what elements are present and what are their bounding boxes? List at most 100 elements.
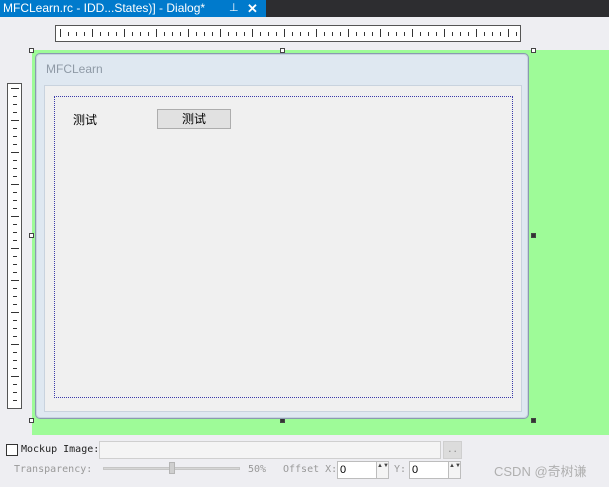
ruler-tick [13, 136, 17, 137]
ruler-tick [13, 384, 17, 385]
static-text-control[interactable]: 测试 [73, 111, 97, 128]
offset-y-label: Y: [394, 464, 407, 475]
horizontal-ruler[interactable] [55, 25, 521, 42]
ruler-tick [260, 32, 261, 36]
ruler-tick [11, 312, 19, 313]
ruler-tick [356, 32, 357, 36]
ruler-tick [13, 192, 17, 193]
ruler-tick [252, 29, 253, 37]
offset-x-label: Offset X: [283, 464, 338, 475]
vertical-ruler[interactable] [7, 83, 22, 409]
ruler-tick [388, 32, 389, 36]
ruler-tick [516, 32, 517, 36]
ruler-tick [396, 32, 397, 36]
spin-arrows-icon[interactable]: ▲▼ [376, 462, 389, 478]
ruler-tick [13, 176, 17, 177]
ruler-tick [220, 29, 221, 37]
ruler-tick [300, 32, 301, 36]
ruler-tick [380, 29, 381, 37]
ruler-tick [468, 32, 469, 36]
document-tab[interactable]: MFCLearn.rc - IDD...States)] - Dialog* ⊥… [0, 0, 266, 17]
ruler-tick [13, 200, 17, 201]
resize-handle-right[interactable] [531, 233, 536, 238]
ruler-tick [284, 29, 285, 37]
ruler-tick [60, 29, 61, 37]
transparency-slider-thumb[interactable] [168, 462, 175, 474]
ruler-tick [13, 104, 17, 105]
ruler-tick [11, 248, 19, 249]
offset-y-spinbox[interactable]: 0 ▲▼ [409, 461, 461, 479]
resize-handle-bottom-right[interactable] [531, 418, 536, 423]
ruler-tick [13, 256, 17, 257]
ruler-tick [11, 120, 19, 121]
ruler-tick [484, 32, 485, 36]
ruler-tick [100, 32, 101, 36]
ruler-tick [68, 32, 69, 36]
ruler-tick [13, 272, 17, 273]
offset-x-value: 0 [340, 464, 347, 476]
resize-handle-top-right [531, 48, 536, 53]
ruler-tick [13, 304, 17, 305]
ruler-tick [212, 32, 213, 36]
ruler-tick [13, 352, 17, 353]
pin-icon[interactable]: ⊥ [229, 0, 239, 17]
ruler-tick [13, 368, 17, 369]
ruler-tick [13, 360, 17, 361]
ruler-tick [11, 280, 19, 281]
resize-handle-left [29, 233, 34, 238]
ruler-tick [108, 32, 109, 36]
ruler-tick [348, 29, 349, 37]
ruler-tick [404, 32, 405, 36]
ruler-tick [76, 32, 77, 36]
ruler-tick [308, 32, 309, 36]
ruler-tick [452, 32, 453, 36]
browse-button[interactable]: .. [443, 441, 462, 459]
ruler-tick [13, 328, 17, 329]
ruler-tick [13, 208, 17, 209]
resize-handle-top-left [29, 48, 34, 53]
ruler-tick [13, 232, 17, 233]
ruler-tick [11, 88, 19, 89]
mockup-toolbar: Mockup Image: .. Transparency: 50% Offse… [0, 435, 609, 487]
document-tab-strip: MFCLearn.rc - IDD...States)] - Dialog* ⊥… [0, 0, 609, 17]
dialog-preview[interactable]: MFCLearn 测试 测试 [35, 53, 529, 419]
ruler-tick [13, 264, 17, 265]
ruler-tick [476, 29, 477, 37]
design-surface: MFCLearn 测试 测试 [0, 17, 609, 435]
ruler-tick [428, 32, 429, 36]
offset-x-spinbox[interactable]: 0 ▲▼ [337, 461, 389, 479]
ruler-tick [13, 400, 17, 401]
ruler-tick [332, 32, 333, 36]
ruler-tick [340, 32, 341, 36]
mockup-image-checkbox[interactable] [6, 444, 18, 456]
ruler-tick [92, 29, 93, 37]
mockup-image-path-input[interactable] [99, 441, 441, 459]
ruler-tick [156, 29, 157, 37]
ruler-tick [13, 288, 17, 289]
ruler-tick [13, 96, 17, 97]
ruler-tick [180, 32, 181, 36]
ruler-tick [460, 32, 461, 36]
ruler-tick [188, 29, 189, 37]
ruler-tick [13, 296, 17, 297]
ruler-tick [13, 168, 17, 169]
ruler-tick [412, 29, 413, 37]
close-icon[interactable]: ✕ [247, 0, 258, 17]
dialog-client-area[interactable]: 测试 测试 [44, 85, 522, 412]
ruler-tick [324, 32, 325, 36]
ruler-tick [268, 32, 269, 36]
test-button[interactable]: 测试 [157, 109, 231, 129]
ruler-tick [500, 32, 501, 36]
ruler-tick [316, 29, 317, 37]
ruler-tick [436, 32, 437, 36]
ruler-tick [116, 32, 117, 36]
ruler-tick [444, 29, 445, 37]
layout-guide-margin [54, 96, 513, 398]
ruler-tick [13, 112, 17, 113]
ruler-tick [204, 32, 205, 36]
ruler-tick [236, 32, 237, 36]
watermark-text: CSDN @奇树谦 [494, 464, 587, 479]
spin-arrows-icon[interactable]: ▲▼ [448, 462, 461, 478]
ruler-tick [13, 144, 17, 145]
ruler-tick [244, 32, 245, 36]
